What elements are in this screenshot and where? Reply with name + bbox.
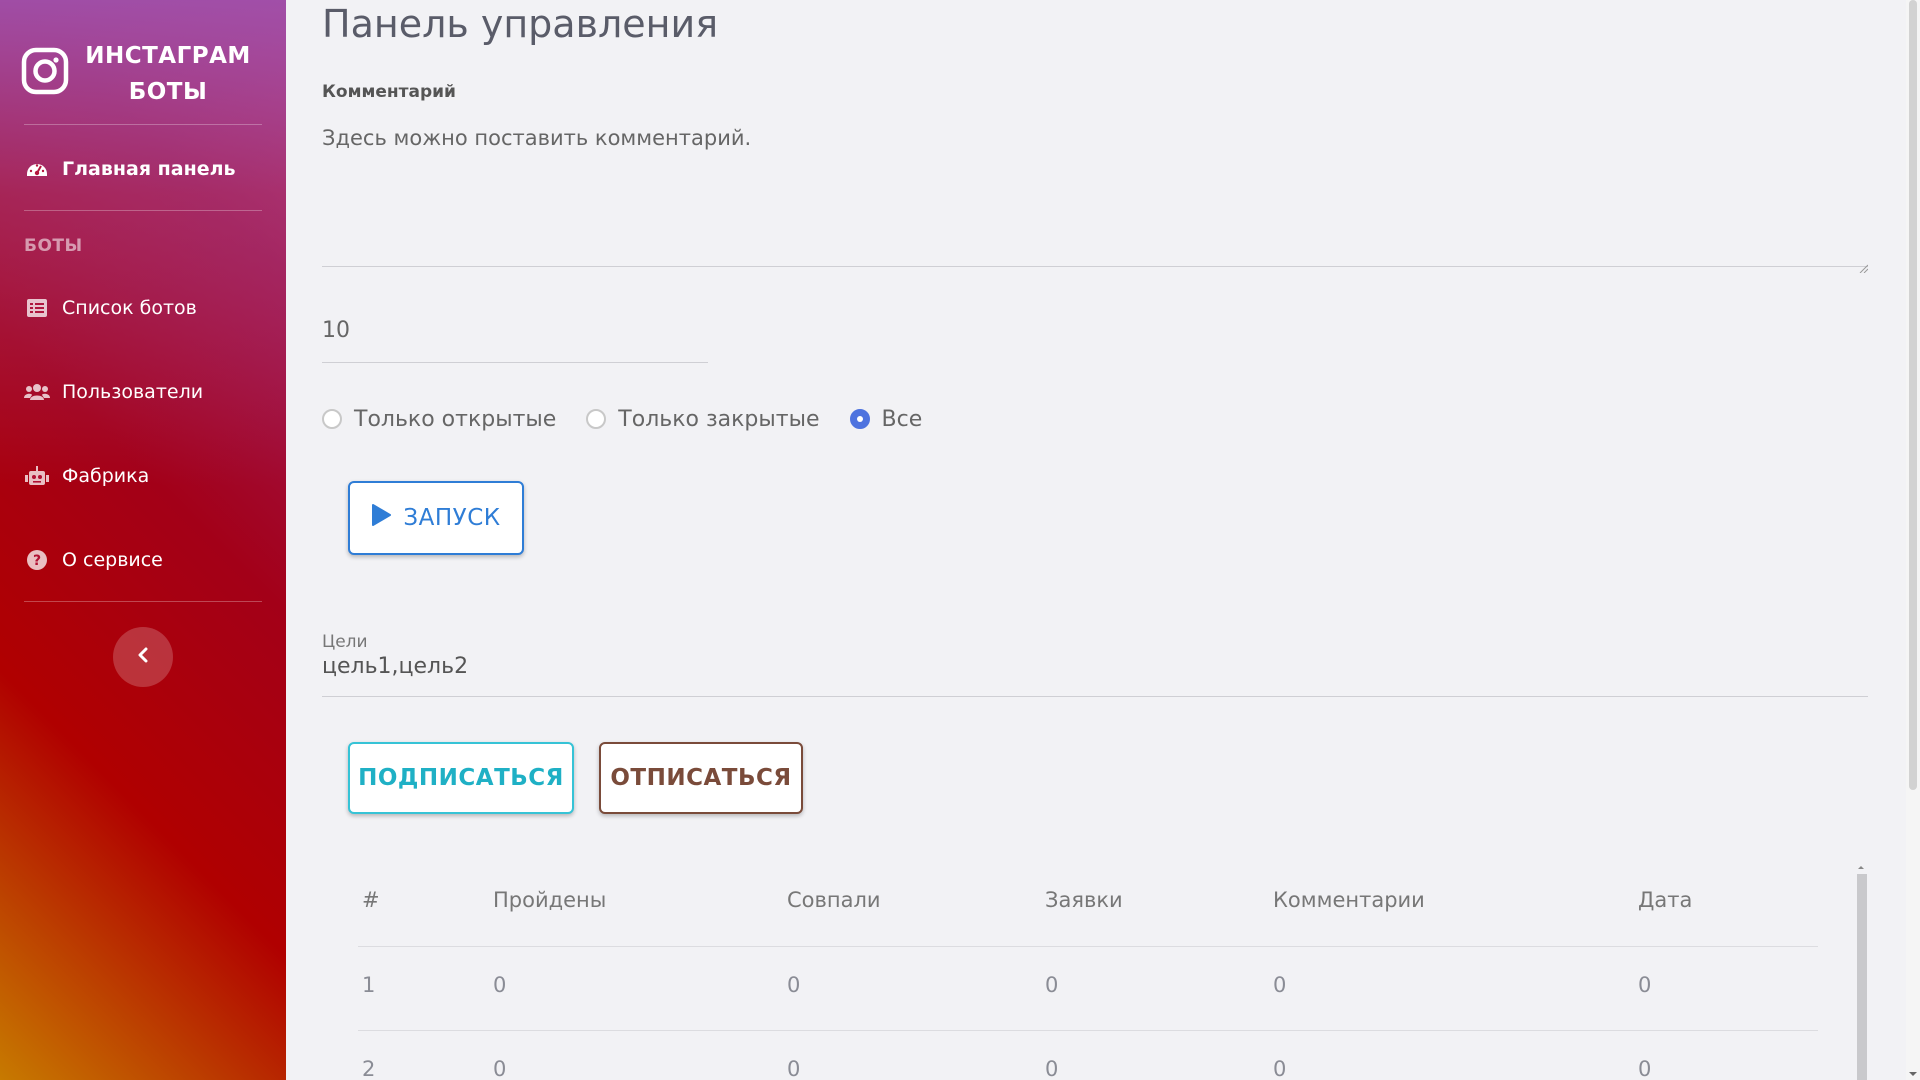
count-input[interactable]: 10 (322, 318, 708, 363)
resize-handle-icon[interactable] (1858, 254, 1869, 274)
comment-textarea[interactable]: Здесь можно поставить комментарий. (322, 126, 1869, 274)
sidebar-item-label: Список ботов (62, 297, 197, 319)
radio-circle[interactable] (586, 409, 607, 429)
table-header-row: # Пройдены Совпали Заявки Комментарии Да… (358, 862, 1818, 946)
goals-value: цель1,цель2 (322, 654, 469, 679)
table-cell: 0 (493, 973, 507, 997)
play-icon (371, 503, 392, 533)
table-cell: 0 (787, 1057, 801, 1080)
sidebar-item-label: О сервисе (62, 549, 163, 571)
chevron-left-icon (137, 647, 149, 667)
sidebar-item-label: Главная панель (62, 158, 236, 180)
table-header-cell: Совпали (787, 888, 881, 912)
brand-line-2: БОТЫ (128, 79, 208, 105)
sidebar-item-label: Фабрика (62, 465, 150, 487)
subscribe-button[interactable]: ПОДПИСАТЬСЯ (348, 742, 574, 814)
sidebar-toggle-button[interactable] (113, 627, 173, 687)
sidebar-item-dashboard[interactable]: Главная панель (24, 152, 236, 186)
brand-title: ИНСТАГРАМ БОТЫ (78, 38, 258, 110)
table-cell: 2 (362, 1057, 376, 1080)
table-cell: 0 (1045, 1057, 1059, 1080)
radio-only-open[interactable]: Только открытые (322, 407, 556, 432)
run-button[interactable]: ЗАПУСК (348, 481, 524, 555)
radio-label: Все (881, 406, 923, 432)
table-cell: 0 (1273, 973, 1287, 997)
sidebar: ИНСТАГРАМ БОТЫ Главная панель БОТЫ Списо… (0, 0, 286, 1080)
robot-icon (24, 465, 50, 487)
radio-circle[interactable] (322, 409, 342, 429)
list-icon (24, 297, 50, 319)
sidebar-divider (24, 124, 262, 125)
sidebar-divider (24, 601, 262, 602)
unsubscribe-button[interactable]: ОТПИСАТЬСЯ (599, 742, 803, 814)
sidebar-item-bot-list[interactable]: Список ботов (24, 291, 197, 325)
users-icon (24, 381, 50, 403)
page-scrollbar[interactable] (1906, 0, 1920, 1080)
sidebar-item-label: Пользователи (62, 381, 204, 403)
table-cell: 0 (1638, 973, 1652, 997)
run-button-label: ЗАПУСК (403, 505, 501, 531)
sidebar-item-users[interactable]: Пользователи (24, 375, 203, 409)
page-title: Панель управления (322, 2, 719, 46)
goals-label: Цели (322, 632, 368, 652)
table-row: 2 0 0 0 0 0 (358, 1030, 1818, 1080)
unsubscribe-button-label: ОТПИСАТЬСЯ (610, 765, 792, 791)
count-value: 10 (322, 318, 350, 343)
radio-only-closed[interactable]: Только закрытые (586, 406, 820, 432)
table-cell: 0 (1638, 1057, 1652, 1080)
sidebar-section-title: БОТЫ (24, 236, 83, 256)
goals-input[interactable]: цель1,цель2 (322, 654, 1868, 697)
sidebar-item-about[interactable]: ? О сервисе (24, 543, 163, 577)
table-cell: 0 (493, 1057, 507, 1080)
sidebar-divider (24, 210, 262, 211)
radio-circle[interactable] (849, 409, 870, 429)
comment-text: Здесь можно поставить комментарий. (322, 126, 752, 150)
comment-label: Комментарий (322, 82, 456, 102)
stats-table: # Пройдены Совпали Заявки Комментарии Да… (358, 862, 1818, 1080)
dashboard-gauge-icon (24, 158, 50, 180)
table-cell: 0 (1045, 973, 1059, 997)
radio-label: Только закрытые (618, 406, 820, 432)
table-cell: 0 (1273, 1057, 1287, 1080)
radio-label: Только открытые (354, 406, 557, 432)
brand[interactable]: ИНСТАГРАМ БОТЫ (20, 38, 250, 110)
main-content: Панель управления Комментарий Здесь можн… (286, 0, 1906, 1080)
table-row: 1 0 0 0 0 0 (358, 946, 1818, 1031)
table-cell: 1 (362, 973, 376, 997)
table-cell: 0 (787, 973, 801, 997)
table-header-cell: # (362, 888, 380, 912)
table-header-cell: Заявки (1045, 888, 1123, 912)
page-scrollbar-thumb[interactable] (1909, 0, 1917, 790)
sidebar-item-factory[interactable]: Фабрика (24, 459, 149, 493)
table-scrollbar-thumb[interactable] (1857, 874, 1867, 1080)
account-filter-radio-group: Только открытые Только закрытые Все (322, 404, 952, 434)
radio-all[interactable]: Все (849, 406, 923, 432)
brand-line-1: ИНСТАГРАМ (85, 43, 251, 69)
question-circle-icon: ? (24, 549, 50, 571)
table-header-cell: Пройдены (493, 888, 607, 912)
subscribe-button-label: ПОДПИСАТЬСЯ (358, 765, 564, 791)
table-scrollbar[interactable] (1854, 862, 1868, 1080)
instagram-icon (20, 46, 70, 96)
table-header-cell: Дата (1638, 888, 1693, 912)
svg-text:?: ? (33, 553, 41, 569)
table-header-cell: Комментарии (1273, 888, 1425, 912)
